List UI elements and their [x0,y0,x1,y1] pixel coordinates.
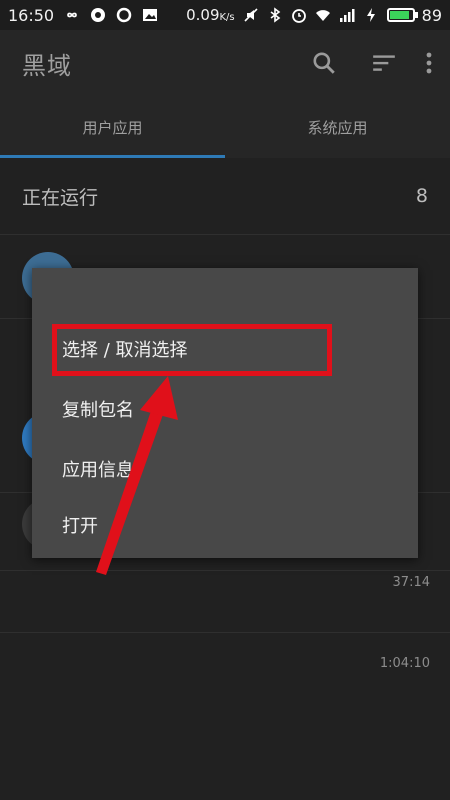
run-time: 1:04:10 [379,656,430,671]
search-icon [313,52,335,74]
tab-label: 用户应用 [82,118,143,137]
menu-item-label: 应用信息 [62,460,134,481]
battery-percent: 89 [421,5,442,25]
app-notification-icon [91,8,106,22]
infinity-icon [67,12,77,18]
running-section-header: 正在运行 8 [0,158,450,234]
context-menu: 选择 / 取消选择 复制包名 应用信息 打开 [32,268,418,558]
divider [0,632,450,633]
mute-icon [244,8,258,22]
tab-system-apps[interactable]: 系统应用 [225,96,450,158]
battery-tip [414,12,418,18]
more-options-button[interactable] [414,33,444,93]
charging-icon [366,8,375,22]
toolbar: 黑域 [0,30,450,96]
menu-item-copy-package-name[interactable]: 复制包名 [32,380,418,438]
search-button[interactable] [294,33,354,93]
clock: 16:50 [8,5,55,25]
network-speed: 0.09K/s [186,6,235,24]
battery-icon [386,8,415,22]
highlight-box [52,324,332,376]
signal-icon [339,9,355,22]
tab-bar: 用户应用 系统应用 [0,96,450,158]
sort-icon [373,55,395,71]
more-vert-icon [426,52,432,74]
app-title: 黑域 [22,51,72,80]
status-bar: 16:50 0.09K/s 89 [0,0,450,30]
sync-icon [116,7,132,23]
menu-item-open[interactable]: 打开 [32,496,418,554]
battery-indicator: 89 [386,5,442,25]
divider [0,234,450,235]
menu-item-app-info[interactable]: 应用信息 [32,440,418,498]
image-notification-icon [143,9,158,21]
section-label: 正在运行 [22,186,99,209]
bluetooth-icon [270,7,280,23]
tab-user-apps[interactable]: 用户应用 [0,96,225,158]
section-count: 8 [415,185,428,207]
wifi-icon [315,10,330,21]
alarm-icon [291,9,306,23]
divider [0,570,450,571]
sort-button[interactable] [354,33,414,93]
battery-fill [389,11,410,19]
run-time: 37:14 [392,575,430,590]
menu-item-label: 复制包名 [62,400,134,421]
menu-item-label: 打开 [62,516,98,537]
tab-label: 系统应用 [307,118,368,137]
